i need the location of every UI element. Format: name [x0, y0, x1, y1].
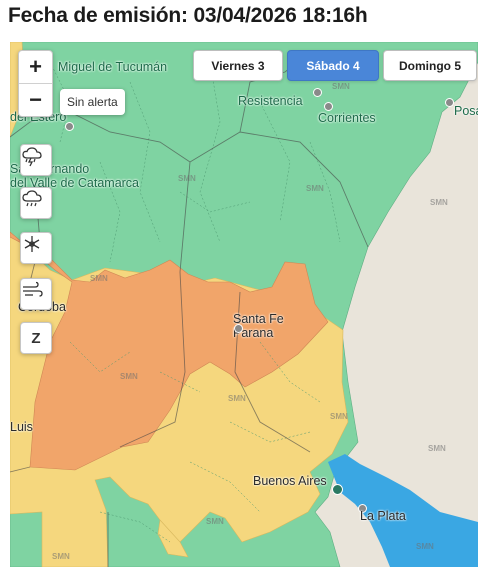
city-dot-corrientes — [324, 102, 333, 111]
smn-watermark: SMN — [306, 184, 324, 193]
alert-map[interactable]: Miguel de Tucumán del Estero San Fernand… — [10, 42, 478, 567]
rain-layer-button[interactable] — [20, 187, 52, 219]
smn-watermark: SMN — [416, 542, 434, 551]
city-dot-resistencia — [313, 88, 322, 97]
city-label-buenos-aires: Buenos Aires — [253, 474, 327, 488]
city-label-san-luis: Luis — [10, 420, 33, 434]
smn-watermark: SMN — [52, 552, 70, 561]
wind-layer-button[interactable] — [20, 278, 52, 310]
rain-icon — [22, 190, 42, 207]
tab-domingo[interactable]: Domingo 5 — [383, 50, 477, 81]
smn-watermark: SMN — [430, 198, 448, 207]
city-label-la-plata: La Plata — [360, 509, 406, 523]
smn-watermark: SMN — [178, 174, 196, 183]
storm-layer-button[interactable] — [20, 144, 52, 176]
tab-sabado[interactable]: Sábado 4 — [287, 50, 379, 81]
city-label-corrientes: Corrientes — [318, 111, 376, 125]
city-dot-santiago — [65, 122, 74, 131]
city-dot-buenos-aires — [332, 484, 343, 495]
no-alert-tooltip: Sin alerta — [60, 89, 125, 115]
smn-watermark: SMN — [330, 412, 348, 421]
city-label-posadas: Posa — [454, 104, 478, 118]
zonda-layer-button[interactable]: Z — [20, 322, 52, 354]
smn-watermark: SMN — [206, 517, 224, 526]
tab-viernes[interactable]: Viernes 3 — [193, 50, 283, 81]
map-canvas[interactable] — [10, 42, 478, 567]
smn-watermark: SMN — [332, 82, 350, 91]
city-label-resistencia: Resistencia — [238, 94, 303, 108]
zoom-out-button[interactable]: − — [19, 84, 52, 116]
smn-watermark: SMN — [428, 444, 446, 453]
snow-layer-button[interactable] — [20, 232, 52, 264]
issue-date-title: Fecha de emisión: 03/04/2026 18:16h — [8, 4, 368, 27]
day-tabs: Viernes 3 Sábado 4 Domingo 5 — [193, 50, 477, 81]
city-label-tucuman: Miguel de Tucumán — [58, 60, 168, 74]
smn-watermark: SMN — [90, 274, 108, 283]
zoom-control: + − — [18, 50, 53, 117]
storm-icon — [22, 147, 42, 167]
city-dot-santa-fe — [234, 324, 243, 333]
city-dot-posadas — [445, 98, 454, 107]
smn-watermark: SMN — [120, 372, 138, 381]
smn-watermark: SMN — [228, 394, 246, 403]
wind-icon — [23, 281, 43, 297]
zonda-icon: Z — [31, 329, 41, 347]
snow-icon — [24, 236, 40, 252]
zoom-in-button[interactable]: + — [19, 51, 52, 84]
